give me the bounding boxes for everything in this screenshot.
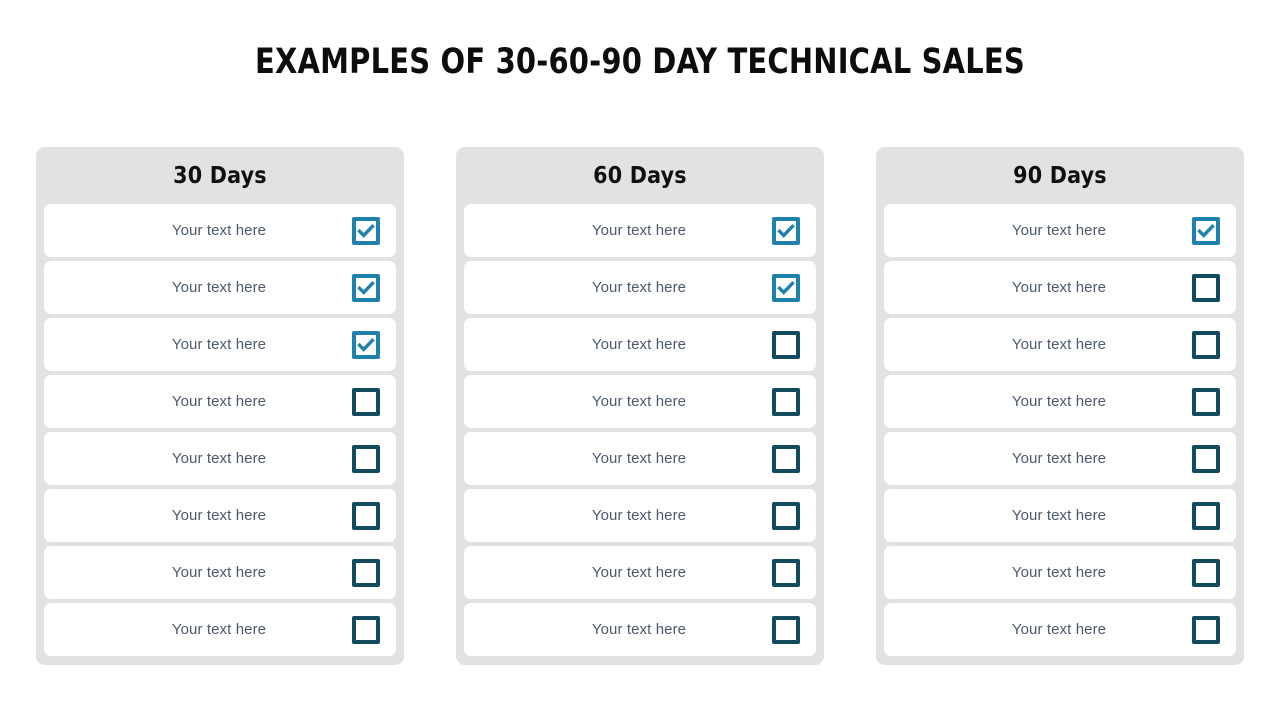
list-item[interactable]: Your text here: [44, 318, 396, 371]
checkbox-unchecked-icon[interactable]: [352, 501, 380, 530]
list-item[interactable]: Your text here: [884, 546, 1236, 599]
list-item-label: Your text here: [1011, 222, 1107, 239]
list-item[interactable]: Your text here: [884, 261, 1236, 314]
checkbox-checked-icon[interactable]: [772, 216, 800, 245]
card-col-60-days: 60 Days Your text here Your text here Your …: [456, 147, 824, 665]
list-item[interactable]: Your text here: [44, 603, 396, 656]
list-item-label: Your text here: [591, 336, 687, 353]
list-item[interactable]: Your text here: [884, 432, 1236, 485]
checkbox-unchecked-icon[interactable]: [772, 330, 800, 359]
row-list: Your text here Your text here Your text he…: [464, 204, 816, 656]
row-list: Your text here Your text here Your text he…: [884, 204, 1236, 656]
card-header-col-90-days: 90 Days: [1013, 162, 1107, 189]
list-item-label: Your text here: [1011, 621, 1107, 638]
list-item[interactable]: Your text here: [44, 375, 396, 428]
row-list: Your text here Your text here Your text he…: [44, 204, 396, 656]
list-item[interactable]: Your text here: [44, 204, 396, 257]
checkbox-unchecked-icon[interactable]: [1192, 615, 1220, 644]
card-col-90-days: 90 Days Your text here Your text here Your …: [876, 147, 1244, 665]
list-item-label: Your text here: [171, 222, 267, 239]
list-item[interactable]: Your text here: [44, 432, 396, 485]
page-title: EXAMPLES OF 30-60-90 DAY TECHNICAL SALES: [255, 42, 1025, 82]
list-item-label: Your text here: [591, 450, 687, 467]
checkbox-unchecked-icon[interactable]: [1192, 330, 1220, 359]
list-item-label: Your text here: [1011, 564, 1107, 581]
checkbox-unchecked-icon[interactable]: [352, 387, 380, 416]
list-item-label: Your text here: [171, 621, 267, 638]
list-item-label: Your text here: [591, 279, 687, 296]
checkbox-unchecked-icon[interactable]: [352, 558, 380, 587]
checkbox-unchecked-icon[interactable]: [352, 615, 380, 644]
list-item-label: Your text here: [171, 507, 267, 524]
list-item-label: Your text here: [591, 222, 687, 239]
list-item-label: Your text here: [171, 450, 267, 467]
list-item[interactable]: Your text here: [44, 489, 396, 542]
checkbox-unchecked-icon[interactable]: [772, 558, 800, 587]
checkbox-unchecked-icon[interactable]: [1192, 444, 1220, 473]
list-item[interactable]: Your text here: [464, 432, 816, 485]
list-item[interactable]: Your text here: [464, 375, 816, 428]
list-item[interactable]: Your text here: [884, 204, 1236, 257]
list-item-label: Your text here: [171, 393, 267, 410]
checkbox-checked-icon[interactable]: [352, 330, 380, 359]
checkbox-unchecked-icon[interactable]: [772, 444, 800, 473]
list-item-label: Your text here: [171, 564, 267, 581]
card-header-col-60-days: 60 Days: [593, 162, 687, 189]
list-item-label: Your text here: [1011, 279, 1107, 296]
checkbox-unchecked-icon[interactable]: [1192, 558, 1220, 587]
checkbox-unchecked-icon[interactable]: [772, 615, 800, 644]
checkbox-unchecked-icon[interactable]: [1192, 387, 1220, 416]
card-col-30-days: 30 Days Your text here Your text here Your …: [36, 147, 404, 665]
list-item-label: Your text here: [591, 393, 687, 410]
card-header-col-30-days: 30 Days: [173, 162, 267, 189]
list-item[interactable]: Your text here: [44, 546, 396, 599]
list-item-label: Your text here: [591, 507, 687, 524]
list-item[interactable]: Your text here: [884, 318, 1236, 371]
list-item-label: Your text here: [1011, 450, 1107, 467]
list-item-label: Your text here: [1011, 507, 1107, 524]
list-item[interactable]: Your text here: [884, 603, 1236, 656]
list-item[interactable]: Your text here: [464, 603, 816, 656]
list-item[interactable]: Your text here: [884, 489, 1236, 542]
list-item[interactable]: Your text here: [464, 204, 816, 257]
checkbox-checked-icon[interactable]: [1192, 216, 1220, 245]
checkbox-unchecked-icon[interactable]: [772, 501, 800, 530]
checkbox-unchecked-icon[interactable]: [1192, 273, 1220, 302]
checkbox-checked-icon[interactable]: [352, 273, 380, 302]
slide: EXAMPLES OF 30-60-90 DAY TECHNICAL SALES…: [0, 0, 1280, 720]
list-item-label: Your text here: [171, 279, 267, 296]
list-item[interactable]: Your text here: [464, 318, 816, 371]
checkbox-unchecked-icon[interactable]: [1192, 501, 1220, 530]
columns-container: 30 Days Your text here Your text here Your …: [36, 147, 1244, 665]
checkbox-checked-icon[interactable]: [772, 273, 800, 302]
list-item[interactable]: Your text here: [44, 261, 396, 314]
checkbox-unchecked-icon[interactable]: [352, 444, 380, 473]
list-item-label: Your text here: [591, 621, 687, 638]
checkbox-checked-icon[interactable]: [352, 216, 380, 245]
list-item-label: Your text here: [591, 564, 687, 581]
list-item[interactable]: Your text here: [884, 375, 1236, 428]
list-item-label: Your text here: [1011, 336, 1107, 353]
list-item[interactable]: Your text here: [464, 261, 816, 314]
list-item[interactable]: Your text here: [464, 489, 816, 542]
checkbox-unchecked-icon[interactable]: [772, 387, 800, 416]
list-item-label: Your text here: [1011, 393, 1107, 410]
list-item-label: Your text here: [171, 336, 267, 353]
list-item[interactable]: Your text here: [464, 546, 816, 599]
